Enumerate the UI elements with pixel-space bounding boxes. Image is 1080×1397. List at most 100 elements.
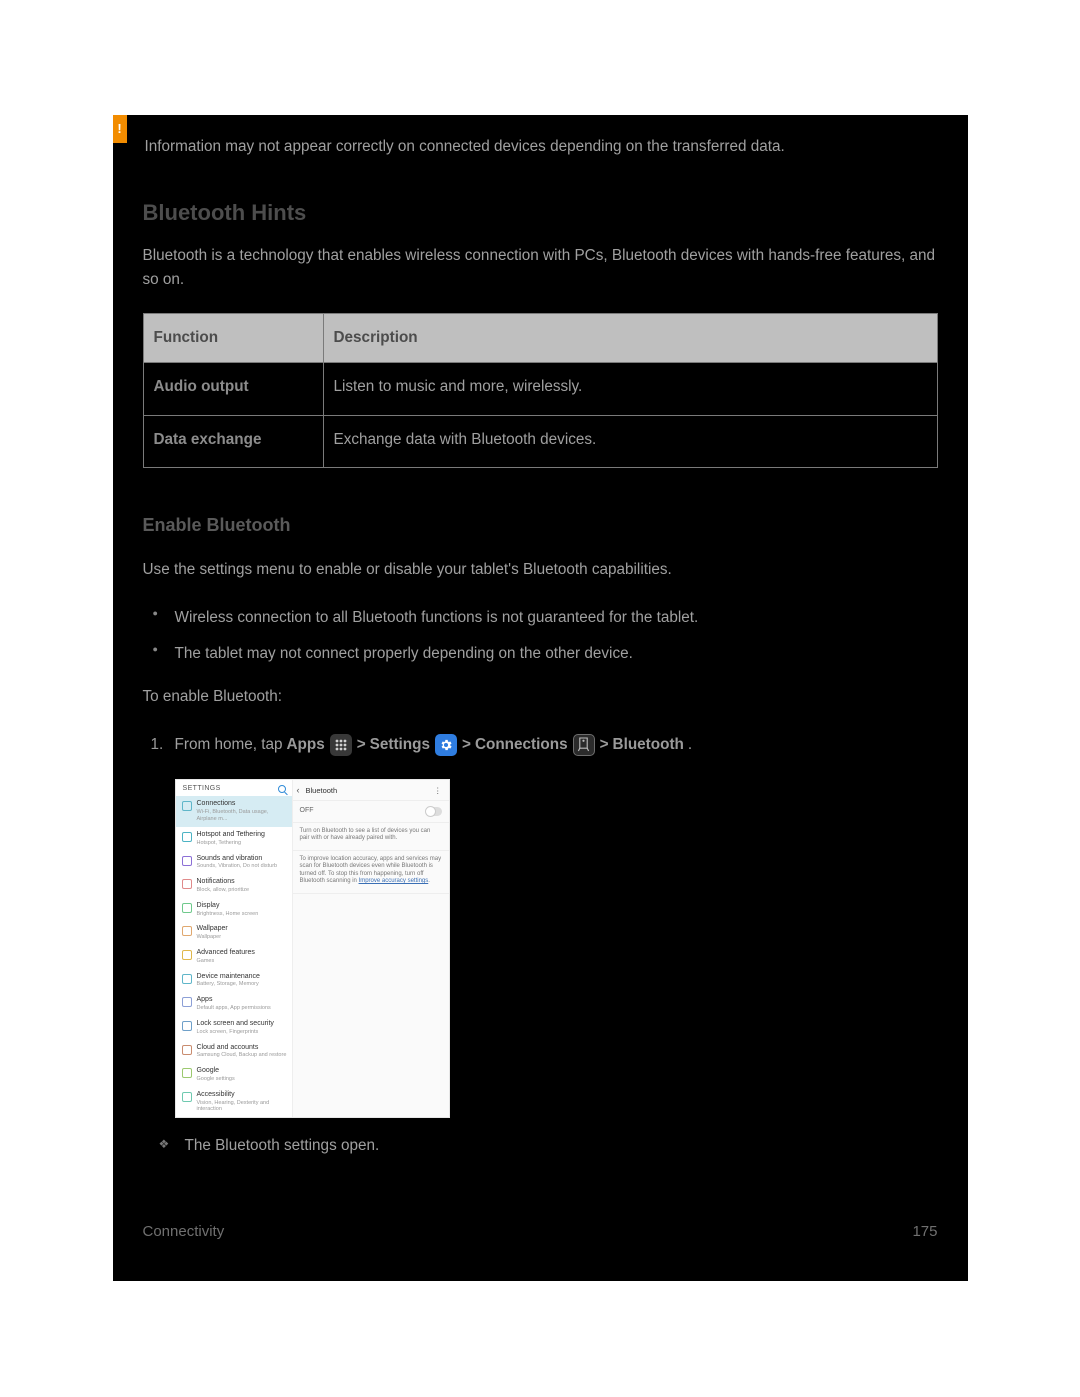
menu-item-icon [182, 832, 192, 842]
settings-menu-item[interactable]: NotificationsBlock, allow, prioritize [176, 874, 292, 898]
function-table: Function Description Audio output Listen… [143, 313, 938, 468]
separator: > [357, 733, 366, 757]
settings-menu-item[interactable]: Hotspot and TetheringHotspot, Tethering [176, 827, 292, 851]
list-item: The tablet may not connect properly depe… [175, 636, 938, 672]
menu-item-title: Device maintenance [197, 973, 260, 982]
menu-item-title: Wallpaper [197, 925, 228, 934]
step-number: 1. [151, 733, 164, 757]
bluetooth-label: Bluetooth [613, 733, 684, 757]
apps-icon [330, 734, 352, 756]
bluetooth-header: Bluetooth [306, 786, 338, 795]
enable-bullet-list: Wireless connection to all Bluetooth fun… [113, 594, 968, 677]
settings-menu-item[interactable]: Device maintenanceBattery, Storage, Memo… [176, 969, 292, 993]
menu-item-icon [182, 1068, 192, 1078]
list-item: Wireless connection to all Bluetooth fun… [175, 600, 938, 636]
settings-menu-item[interactable]: DisplayBrightness, Home screen [176, 898, 292, 922]
to-enable-label: To enable Bluetooth: [113, 677, 968, 721]
settings-menu-item[interactable]: AppsDefault apps, App permissions [176, 992, 292, 1016]
settings-menu-item[interactable]: WallpaperWallpaper [176, 921, 292, 945]
warning-block: ! Information may not appear correctly o… [113, 115, 968, 184]
menu-item-title: Cloud and accounts [197, 1044, 287, 1053]
cell-function: Audio output [143, 362, 323, 415]
col-description: Description [323, 314, 937, 363]
menu-item-subtitle: Vision, Hearing, Dexterity and interacti… [197, 1100, 287, 1114]
menu-item-title: Notifications [197, 878, 250, 887]
warning-icon: ! [113, 115, 127, 143]
menu-item-icon [182, 1092, 192, 1102]
menu-item-subtitle: Block, allow, prioritize [197, 887, 250, 894]
settings-menu-item[interactable]: Cloud and accountsSamsung Cloud, Backup … [176, 1040, 292, 1064]
warning-text: Information may not appear correctly on … [127, 115, 815, 159]
cell-description: Exchange data with Bluetooth devices. [323, 415, 937, 468]
connections-icon [573, 734, 595, 756]
menu-item-subtitle: Sounds, Vibration, Do not disturb [197, 863, 278, 870]
gear-icon [435, 734, 457, 756]
hints-paragraph: Bluetooth is a technology that enables w… [113, 236, 968, 303]
settings-menu-item[interactable]: Advanced featuresGames [176, 945, 292, 969]
separator: > [462, 733, 471, 757]
table-row: Audio output Listen to music and more, w… [143, 362, 937, 415]
cell-function: Data exchange [143, 415, 323, 468]
search-icon[interactable] [278, 785, 286, 793]
more-icon[interactable]: ⋮ [434, 786, 443, 795]
section-title-hints: Bluetooth Hints [113, 184, 968, 236]
menu-item-icon [182, 1045, 192, 1055]
bt-info-2: To improve location accuracy, apps and s… [293, 851, 449, 894]
menu-item-subtitle: Wallpaper [197, 934, 228, 941]
menu-item-subtitle: Default apps, App permissions [197, 1005, 271, 1012]
connections-label: Connections [475, 733, 568, 757]
menu-item-subtitle: Wi-Fi, Bluetooth, Data usage, Airplane m… [197, 809, 287, 823]
menu-item-title: Accessibility [197, 1091, 287, 1100]
result-item: The Bluetooth settings open. [175, 1128, 938, 1164]
settings-menu-item[interactable]: AccessibilityVision, Hearing, Dexterity … [176, 1087, 292, 1118]
cell-description: Listen to music and more, wirelessly. [323, 362, 937, 415]
menu-item-icon [182, 997, 192, 1007]
menu-item-subtitle: Samsung Cloud, Backup and restore [197, 1052, 287, 1059]
menu-item-subtitle: Lock screen, Fingerprints [197, 1029, 274, 1036]
settings-menu-item[interactable]: Lock screen and securityLock screen, Fin… [176, 1016, 292, 1040]
menu-item-icon [182, 974, 192, 984]
menu-item-title: Display [197, 902, 259, 911]
bluetooth-toggle[interactable] [426, 807, 442, 816]
menu-item-subtitle: Games [197, 958, 255, 965]
settings-menu-item[interactable]: GoogleGoogle settings [176, 1063, 292, 1087]
document-page: ! Information may not appear correctly o… [113, 115, 968, 1281]
menu-item-icon [182, 1021, 192, 1031]
settings-header: SETTINGS [183, 785, 221, 794]
section-title-enable: Enable Bluetooth [113, 468, 968, 550]
back-icon[interactable]: ‹ [297, 785, 300, 796]
footer-section: Connectivity [143, 1220, 225, 1243]
menu-item-title: Sounds and vibration [197, 855, 278, 864]
step-text: From home, tap [175, 733, 283, 757]
menu-item-icon [182, 926, 192, 936]
steps-list: 1. From home, tap Apps > Settings [113, 721, 968, 769]
col-function: Function [143, 314, 323, 363]
menu-item-title: Apps [197, 996, 271, 1005]
settings-menu-item[interactable]: Sounds and vibrationSounds, Vibration, D… [176, 851, 292, 875]
menu-item-icon [182, 801, 192, 811]
menu-item-icon [182, 903, 192, 913]
settings-menu-item[interactable]: ConnectionsWi-Fi, Bluetooth, Data usage,… [176, 796, 292, 827]
menu-item-icon [182, 856, 192, 866]
menu-item-subtitle: Brightness, Home screen [197, 911, 259, 918]
accuracy-link[interactable]: Improve accuracy settings [359, 878, 429, 884]
result-list: The Bluetooth settings open. [113, 1118, 968, 1170]
page-footer: Connectivity 175 [113, 1170, 968, 1261]
footer-page-number: 175 [912, 1220, 937, 1243]
apps-label: Apps [286, 733, 324, 757]
menu-item-subtitle: Battery, Storage, Memory [197, 981, 260, 988]
settings-screenshot: SETTINGS ConnectionsWi-Fi, Bluetooth, Da… [113, 769, 968, 1119]
step-tail: . [688, 733, 692, 757]
menu-item-title: Google [197, 1067, 235, 1076]
menu-item-title: Hotspot and Tethering [197, 831, 265, 840]
settings-label: Settings [370, 733, 430, 757]
table-row: Data exchange Exchange data with Bluetoo… [143, 415, 937, 468]
separator: > [600, 733, 609, 757]
enable-paragraph: Use the settings menu to enable or disab… [113, 550, 968, 594]
menu-item-title: Lock screen and security [197, 1020, 274, 1029]
menu-item-icon [182, 879, 192, 889]
step-1: 1. From home, tap Apps > Settings [175, 727, 938, 763]
menu-item-title: Advanced features [197, 949, 255, 958]
menu-item-subtitle: Hotspot, Tethering [197, 840, 265, 847]
bt-info-1: Turn on Bluetooth to see a list of devic… [293, 823, 449, 851]
